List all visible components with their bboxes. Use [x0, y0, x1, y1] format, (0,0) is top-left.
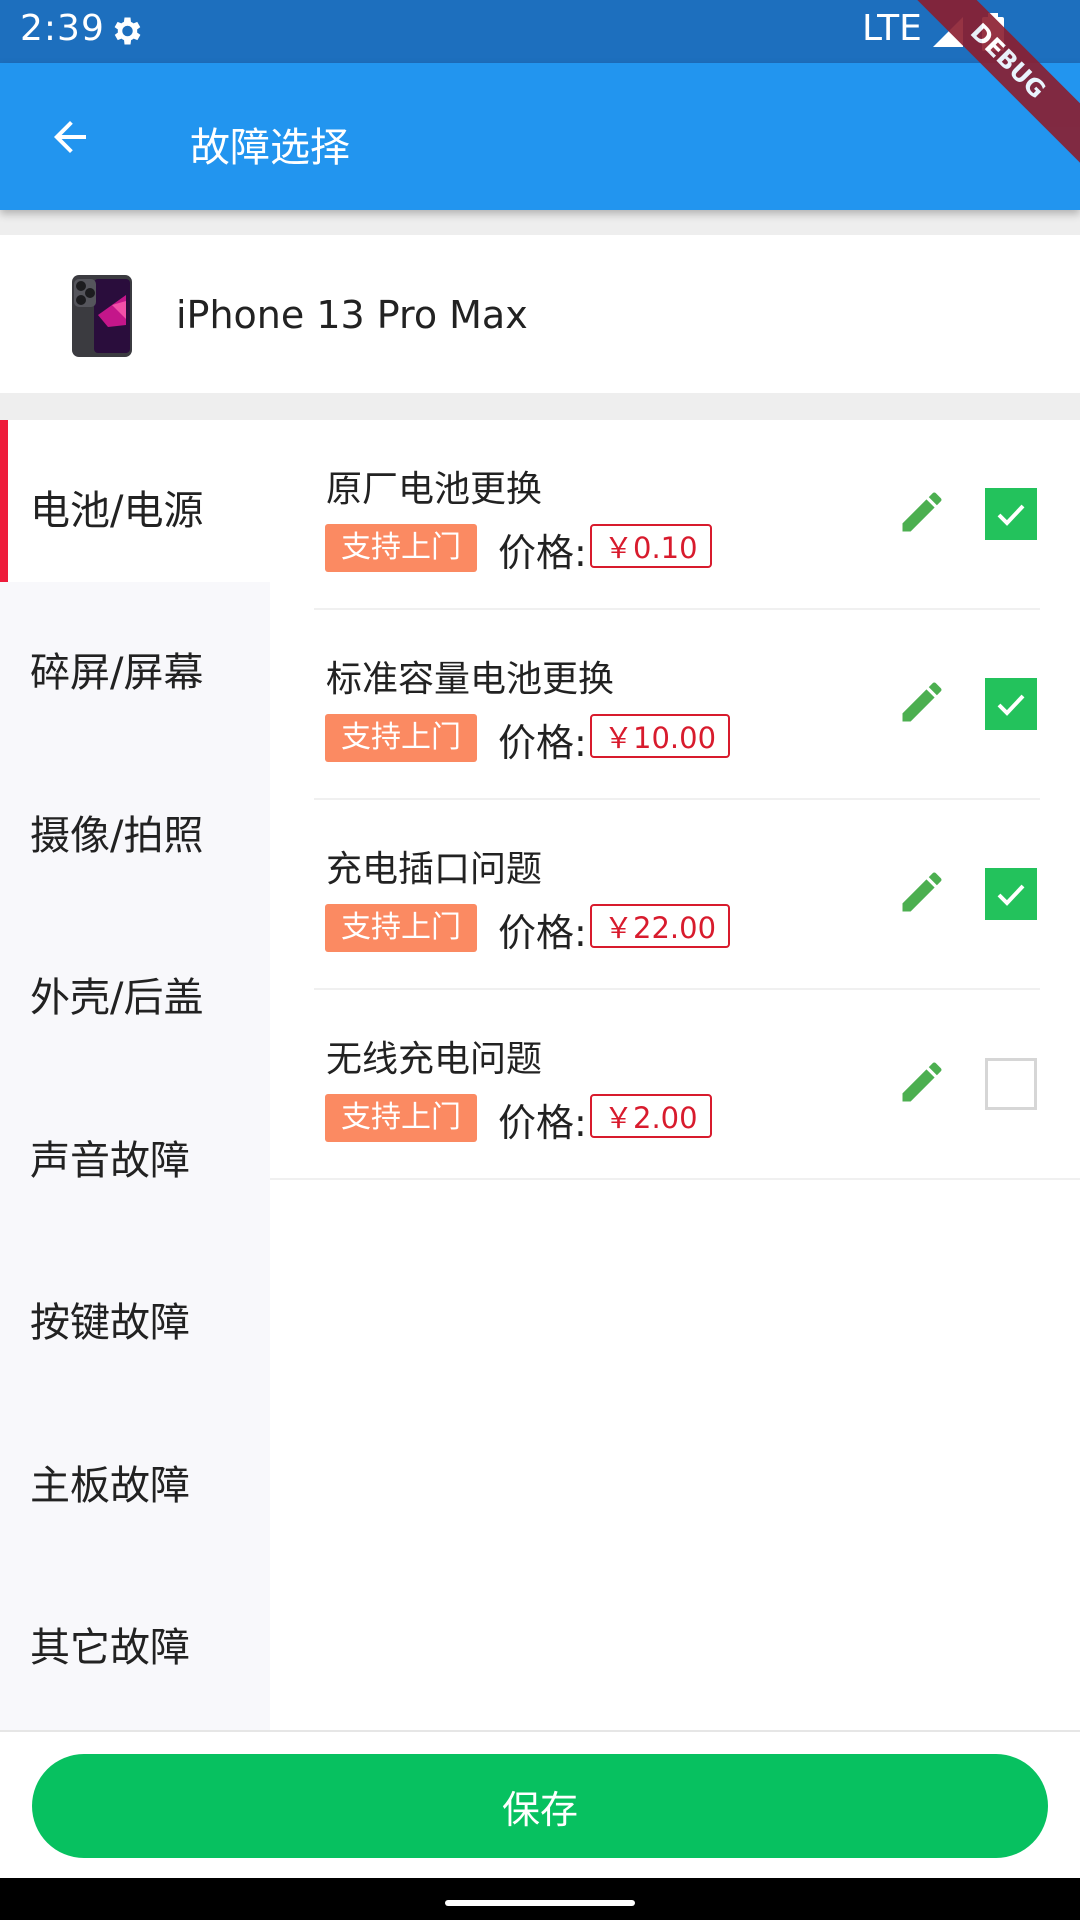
price-value: ￥10.00 — [590, 714, 731, 758]
price-label: 价格: — [498, 721, 587, 765]
check-icon — [997, 504, 1025, 526]
page-title: 故障选择 — [190, 125, 350, 171]
sidebar-item-camera[interactable]: 摄像/拍照 — [0, 745, 270, 907]
fault-name: 无线充电问题 — [326, 1039, 543, 1080]
select-checkbox[interactable] — [985, 488, 1037, 540]
settings-gear-icon — [114, 17, 141, 45]
select-checkbox[interactable] — [985, 1058, 1037, 1110]
device-name: iPhone 13 Pro Max — [176, 293, 528, 337]
device-phone-image — [72, 275, 132, 357]
bottom-panel: 保存 — [0, 1730, 1080, 1878]
sidebar-item-other[interactable]: 其它故障 — [0, 1557, 270, 1719]
onsite-tag: 支持上门 — [325, 904, 477, 952]
sidebar-item-battery[interactable]: 电池/电源 — [0, 420, 270, 582]
edit-pencil-icon[interactable] — [896, 486, 948, 538]
navigation-bar — [0, 1878, 1080, 1920]
sidebar-item-label: 其它故障 — [30, 1625, 190, 1671]
fault-name: 原厂电池更换 — [326, 469, 543, 510]
sidebar-item-label: 外壳/后盖 — [30, 975, 204, 1021]
sidebar-item-mainboard[interactable]: 主板故障 — [0, 1395, 270, 1557]
sidebar-item-label: 碎屏/屏幕 — [30, 650, 204, 696]
sidebar-item-sound[interactable]: 声音故障 — [0, 1070, 270, 1232]
edit-pencil-icon[interactable] — [896, 676, 948, 728]
fault-item[interactable]: 标准容量电池更换 支持上门 价格: ￥10.00 — [270, 610, 1080, 800]
category-sidebar: 电池/电源 碎屏/屏幕 摄像/拍照 外壳/后盖 声音故障 按键故障 主板故障 其… — [0, 420, 270, 1730]
price-label: 价格: — [498, 911, 587, 955]
check-icon — [997, 694, 1025, 716]
status-time: 2:39 — [20, 8, 105, 49]
fault-item[interactable]: 无线充电问题 支持上门 价格: ￥2.00 — [270, 990, 1080, 1180]
price-value: ￥0.10 — [590, 524, 712, 568]
home-indicator[interactable] — [445, 1900, 635, 1906]
fault-item[interactable]: 充电插口问题 支持上门 价格: ￥22.00 — [270, 800, 1080, 990]
fault-name: 充电插口问题 — [326, 849, 543, 890]
onsite-tag: 支持上门 — [325, 714, 477, 762]
status-bar: 2:39 LTE — [0, 0, 1080, 63]
select-checkbox[interactable] — [985, 868, 1037, 920]
active-indicator — [0, 420, 8, 582]
fault-name: 标准容量电池更换 — [326, 659, 615, 700]
app-bar: 故障选择 — [0, 63, 1080, 210]
sidebar-item-buttons[interactable]: 按键故障 — [0, 1232, 270, 1394]
sidebar-item-label: 摄像/拍照 — [30, 813, 204, 859]
check-icon — [997, 884, 1025, 906]
sidebar-item-screen[interactable]: 碎屏/屏幕 — [0, 582, 270, 744]
divider — [270, 1178, 1080, 1180]
sidebar-item-housing[interactable]: 外壳/后盖 — [0, 907, 270, 1069]
price-label: 价格: — [498, 1101, 587, 1145]
network-type: LTE — [862, 8, 922, 49]
device-card: iPhone 13 Pro Max — [0, 235, 1080, 393]
price-value: ￥22.00 — [590, 904, 731, 948]
price-value: ￥2.00 — [590, 1094, 712, 1138]
price-label: 价格: — [498, 531, 587, 575]
fault-list: 原厂电池更换 支持上门 价格: ￥0.10 标准容量电池更换 支持上门 价格: … — [270, 420, 1080, 1730]
edit-pencil-icon[interactable] — [896, 866, 948, 918]
sidebar-item-label: 电池/电源 — [30, 488, 204, 534]
sidebar-item-label: 主板故障 — [30, 1463, 190, 1509]
sidebar-item-label: 按键故障 — [30, 1300, 190, 1346]
sidebar-item-label: 声音故障 — [30, 1138, 190, 1184]
save-button[interactable]: 保存 — [32, 1754, 1048, 1858]
onsite-tag: 支持上门 — [325, 1094, 477, 1142]
select-checkbox[interactable] — [985, 678, 1037, 730]
fault-item[interactable]: 原厂电池更换 支持上门 价格: ￥0.10 — [270, 420, 1080, 610]
edit-pencil-icon[interactable] — [896, 1056, 948, 1108]
onsite-tag: 支持上门 — [325, 524, 477, 572]
back-arrow-icon[interactable] — [46, 113, 94, 161]
